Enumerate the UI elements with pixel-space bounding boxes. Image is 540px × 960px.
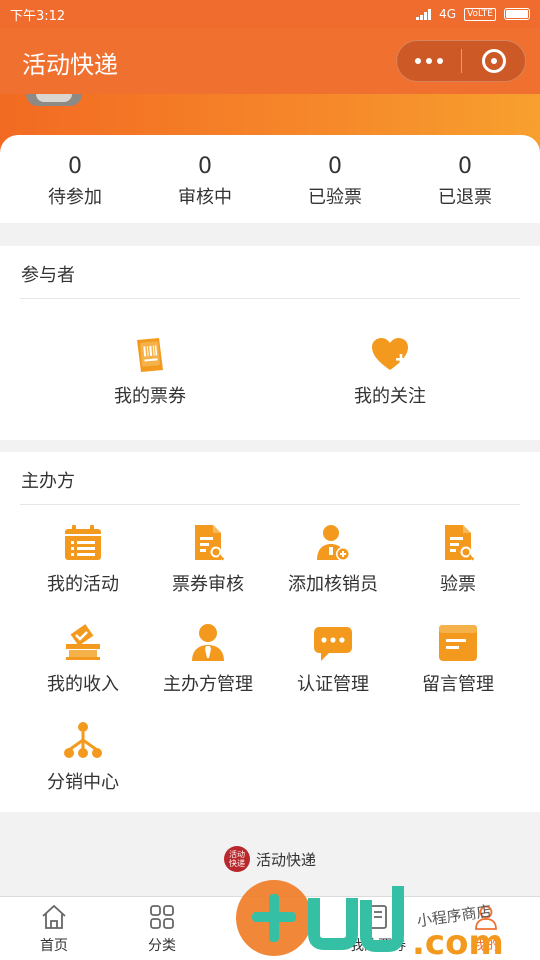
volte-badge: VoLTE [464, 7, 496, 21]
my-tickets-label: 我的票券 [114, 386, 186, 407]
my-follows-button[interactable]: 我的关注 [325, 334, 455, 408]
my-tickets-button[interactable]: 我的票券 [85, 334, 215, 408]
my-follows-label: 我的关注 [354, 386, 426, 407]
document-search-icon [445, 525, 475, 561]
my-income-label: 我的收入 [47, 674, 119, 695]
tab-label: 我的票券 [350, 938, 406, 954]
user-tie-icon [192, 624, 224, 661]
ballot-box-icon [66, 624, 100, 660]
network-type: 4G [439, 7, 457, 21]
status-bar: 下午3:12 4G VoLTE [0, 0, 540, 28]
my-activities-label: 我的活动 [47, 574, 119, 595]
section-title: 主办方 [21, 471, 75, 492]
signal-icon [416, 8, 432, 20]
organizer-management-button[interactable]: 主办方管理 [143, 622, 273, 696]
status-time: 下午3:12 [10, 8, 66, 24]
stat-count: 0 [68, 154, 82, 179]
chat-bubble-icon [314, 627, 352, 661]
tab-category[interactable]: 分类 [108, 897, 216, 960]
user-icon [475, 905, 497, 930]
tab-center[interactable] [216, 897, 324, 960]
tab-home[interactable]: 首页 [0, 897, 108, 960]
heart-plus-icon [372, 338, 408, 370]
stat-pending[interactable]: 0 待参加 [10, 135, 140, 223]
organizer-management-label: 主办方管理 [163, 674, 253, 695]
my-activities-button[interactable]: 我的活动 [18, 522, 148, 596]
stat-label: 已退票 [438, 187, 492, 208]
add-verifier-label: 添加核销员 [288, 574, 378, 595]
tab-mine[interactable]: 我的 [432, 897, 540, 960]
participant-section: 参与者 我的票券 我的关注 [0, 246, 540, 440]
message-management-label: 留言管理 [422, 674, 494, 695]
distribution-center-button[interactable]: 分销中心 [18, 720, 148, 794]
add-verifier-button[interactable]: 添加核销员 [268, 522, 398, 596]
grid-icon [150, 905, 174, 929]
certification-management-button[interactable]: 认证管理 [268, 622, 398, 696]
ticket-review-label: 票券审核 [172, 574, 244, 595]
stat-label: 已验票 [308, 187, 362, 208]
ticket-stats: 0 待参加 0 审核中 0 已验票 0 已退票 [0, 135, 540, 223]
home-icon [42, 904, 66, 929]
stat-label: 待参加 [48, 187, 102, 208]
message-management-button[interactable]: 留言管理 [393, 622, 523, 696]
tab-label: 分类 [148, 938, 176, 954]
ticket-tab-icon [369, 905, 387, 929]
stat-refunded[interactable]: 0 已退票 [400, 135, 530, 223]
ticket-icon [137, 338, 163, 372]
brand-logo: 活动 快递 [223, 846, 250, 872]
stat-label: 审核中 [178, 187, 232, 208]
distribution-center-label: 分销中心 [47, 772, 119, 793]
certification-management-label: 认证管理 [297, 674, 369, 695]
tab-label: 首页 [40, 938, 68, 954]
brand-name: 活动快递 [255, 850, 316, 869]
section-divider [20, 298, 520, 299]
more-menu-icon[interactable] [397, 58, 461, 64]
stat-count: 0 [458, 154, 472, 179]
section-title: 参与者 [21, 265, 75, 286]
brand-footer: 活动 快递 活动快递 [0, 846, 540, 872]
my-income-button[interactable]: 我的收入 [18, 622, 148, 696]
stat-reviewing[interactable]: 0 审核中 [140, 135, 270, 223]
close-icon[interactable] [462, 49, 525, 73]
battery-icon [504, 8, 530, 20]
app-header: 活动快递 [0, 28, 540, 94]
organizer-section: 主办方 我的活动 票券审核 添加核销员 验票 我的收入 主办方管理 认证管理 留… [0, 452, 540, 812]
page-title: 活动快递 [22, 51, 118, 79]
note-icon [439, 625, 477, 661]
tab-bar: 首页 分类 我的票券 我的 [0, 896, 540, 960]
section-divider [20, 504, 520, 505]
stat-count: 0 [328, 154, 342, 179]
mini-program-capsule [396, 40, 526, 82]
avatar[interactable] [26, 94, 82, 106]
document-search-icon [195, 525, 225, 561]
add-user-icon [317, 525, 350, 561]
tab-label: 我的 [472, 938, 500, 954]
hierarchy-icon [64, 722, 102, 758]
check-ticket-button[interactable]: 验票 [393, 522, 523, 596]
check-ticket-label: 验票 [440, 574, 476, 595]
stat-count: 0 [198, 154, 212, 179]
calendar-icon [65, 525, 101, 560]
tab-my-tickets[interactable]: 我的票券 [324, 897, 432, 960]
stat-checked[interactable]: 0 已验票 [270, 135, 400, 223]
ticket-review-button[interactable]: 票券审核 [143, 522, 273, 596]
